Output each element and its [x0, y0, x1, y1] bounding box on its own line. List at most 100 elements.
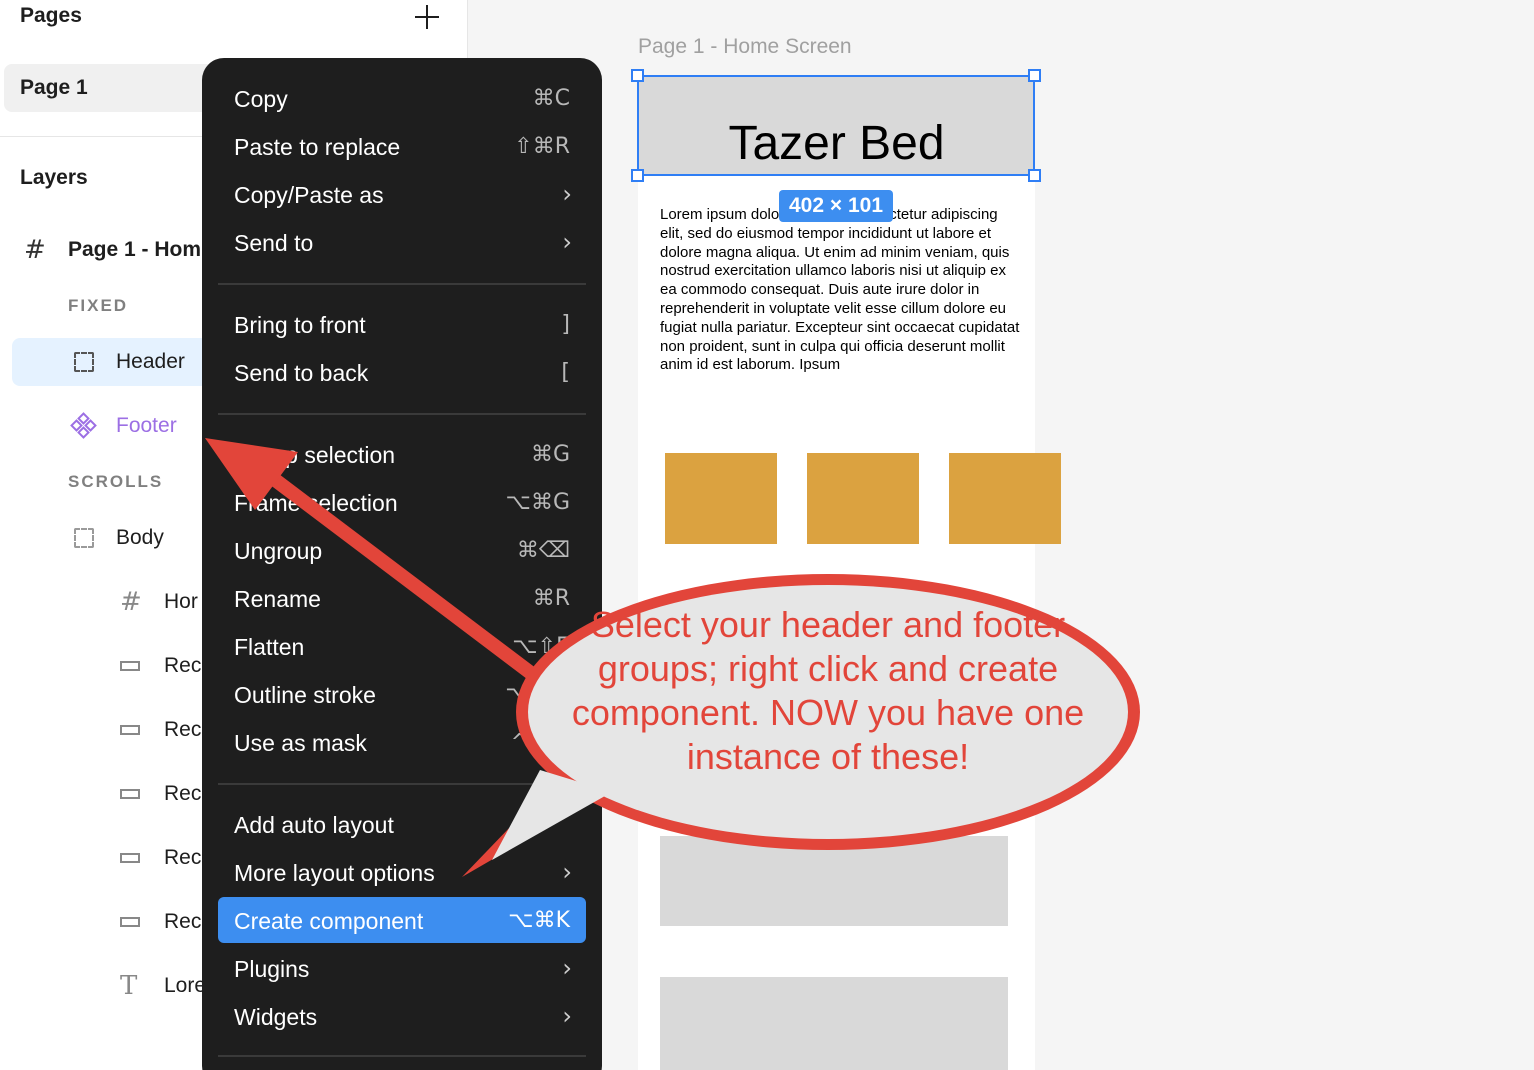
shortcut-label: [ — [561, 360, 570, 385]
layer-label: Hor — [164, 590, 198, 613]
menu-item-label: Use as mask — [234, 730, 367, 756]
shortcut-label: ⇧⌘R — [514, 134, 570, 159]
layer-label: Rec — [164, 846, 202, 869]
menu-item-copy-paste-as[interactable]: Copy/Paste as › — [218, 171, 586, 217]
menu-item-label: Outline stroke — [234, 682, 376, 708]
rectangle-icon — [120, 789, 140, 799]
menu-item-ungroup[interactable]: Ungroup ⌘⌫ — [218, 527, 586, 573]
menu-item-outline-stroke[interactable]: Outline stroke ⌥⌘O — [218, 671, 586, 717]
menu-item-label: Rename — [234, 586, 321, 612]
layer-label: Lore — [164, 974, 207, 997]
menu-item-bring-to-front[interactable]: Bring to front ] — [218, 301, 586, 347]
menu-item-label: Bring to front — [234, 312, 366, 338]
layer-label: Footer — [116, 414, 177, 437]
layer-label: Body — [116, 526, 164, 549]
menu-divider — [218, 283, 586, 285]
menu-item-label: Frame selection — [234, 490, 398, 516]
menu-item-label: Widgets — [234, 1004, 318, 1030]
menu-item-label: Add auto layout — [234, 812, 394, 838]
layers-title: Layers — [20, 166, 88, 189]
plus-icon[interactable] — [412, 2, 442, 32]
menu-item-add-auto-layout[interactable]: Add auto layout — [218, 801, 586, 847]
pages-title: Pages — [20, 4, 82, 27]
menu-item-plugins[interactable]: Plugins › — [218, 945, 586, 991]
shortcut-label: ⌘C — [532, 86, 570, 111]
shortcut-label: ] — [561, 312, 570, 337]
group-icon — [74, 352, 94, 372]
image-placeholder[interactable] — [807, 453, 919, 544]
menu-item-flatten[interactable]: Flatten ⌥⇧E — [218, 623, 586, 669]
rectangle-icon — [120, 661, 140, 671]
shortcut-label: ^⌘M — [510, 730, 570, 755]
section-label-fixed: FIXED — [68, 296, 129, 315]
content-block[interactable] — [660, 977, 1008, 1070]
shortcut-label: ⌘R — [532, 586, 570, 611]
menu-item-more-layout-options[interactable]: More layout options › — [218, 849, 586, 895]
menu-item-send-to[interactable]: Send to › — [218, 219, 586, 265]
layer-label: Rec — [164, 718, 202, 741]
resize-handle[interactable] — [631, 69, 644, 82]
section-label-scrolls: SCROLLS — [68, 472, 164, 491]
chevron-right-icon: › — [562, 1002, 572, 1030]
layer-label: Page 1 - Hom — [68, 238, 202, 261]
menu-item-label: Copy — [234, 86, 288, 112]
shortcut-label: ⌥⇧E — [512, 634, 570, 659]
menu-item-label: Copy/Paste as — [234, 182, 384, 208]
chevron-right-icon: › — [562, 954, 572, 982]
content-block[interactable] — [660, 836, 1008, 926]
menu-item-create-component[interactable]: Create component ⌥⌘K — [218, 897, 586, 943]
image-placeholder[interactable] — [949, 453, 1061, 544]
shortcut-label: ⌥⌘O — [505, 682, 570, 707]
context-menu: Copy ⌘C Paste to replace ⇧⌘R Copy/Paste … — [202, 58, 602, 1070]
component-icon — [70, 412, 97, 439]
menu-item-widgets[interactable]: Widgets › — [218, 993, 586, 1039]
frame-icon: # — [120, 587, 142, 617]
menu-item-label: Ungroup — [234, 538, 323, 564]
selection-box — [637, 75, 1035, 176]
text-icon: T — [120, 971, 138, 1001]
menu-item-label: Send to — [234, 230, 314, 256]
menu-item-copy[interactable]: Copy ⌘C — [218, 75, 586, 121]
shortcut-label: ⌥⌘K — [508, 908, 570, 933]
menu-item-frame-selection[interactable]: Frame selection ⌥⌘G — [218, 479, 586, 525]
size-badge: 402 × 101 — [779, 190, 893, 222]
chevron-right-icon: › — [562, 228, 572, 256]
layer-label: Rec — [164, 782, 202, 805]
menu-item-paste-to-replace[interactable]: Paste to replace ⇧⌘R — [218, 123, 586, 169]
rectangle-icon — [120, 853, 140, 863]
menu-item-label: Flatten — [234, 634, 305, 660]
design-canvas[interactable]: Page 1 - Home Screen Tazer Bed Lorem ips… — [469, 0, 1534, 1070]
menu-item-rename[interactable]: Rename ⌘R — [218, 575, 586, 621]
menu-item-label: Plugins — [234, 956, 310, 982]
shortcut-label: ⌘⌫ — [516, 538, 570, 563]
shortcut-label: ⌥⌘G — [505, 490, 570, 515]
chevron-right-icon: › — [562, 180, 572, 208]
resize-handle[interactable] — [1028, 69, 1041, 82]
body-text[interactable]: Lorem ipsum dolor sit amet, consectetur … — [660, 206, 1022, 375]
page-item-label: Page 1 — [20, 76, 88, 99]
menu-item-group-selection[interactable]: Group selection ⌘G — [218, 431, 586, 477]
menu-item-use-as-mask[interactable]: Use as mask ^⌘M — [218, 719, 586, 765]
home-screen-frame[interactable]: Tazer Bed Lorem ipsum dolor sit amet, co… — [638, 76, 1061, 1070]
menu-item-label: Create component — [234, 908, 424, 934]
resize-handle[interactable] — [631, 169, 644, 182]
menu-divider — [218, 783, 586, 785]
frame-icon: # — [24, 235, 46, 265]
menu-item-label: More layout options — [234, 860, 435, 886]
chevron-right-icon: › — [562, 858, 572, 886]
menu-item-label: Paste to replace — [234, 134, 401, 160]
group-icon — [74, 528, 94, 548]
frame-title[interactable]: Page 1 - Home Screen — [638, 35, 852, 59]
layer-label: Rec — [164, 654, 202, 677]
menu-item-send-to-back[interactable]: Send to back [ — [218, 349, 586, 395]
resize-handle[interactable] — [1028, 169, 1041, 182]
rectangle-icon — [120, 917, 140, 927]
layer-label: Header — [116, 350, 185, 373]
image-placeholder[interactable] — [665, 453, 777, 544]
rectangle-icon — [120, 725, 140, 735]
menu-divider — [218, 413, 586, 415]
menu-divider — [218, 1055, 586, 1057]
menu-item-label: Group selection — [234, 442, 396, 468]
shortcut-label: ⌘G — [530, 442, 570, 467]
layer-label: Rec — [164, 910, 202, 933]
